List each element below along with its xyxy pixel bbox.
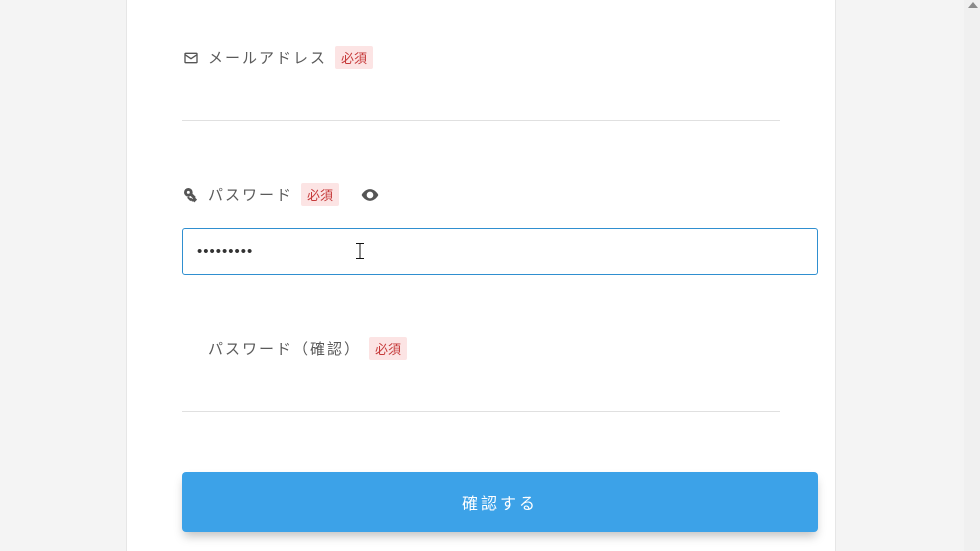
email-input[interactable] bbox=[182, 87, 780, 121]
password-label: パスワード bbox=[208, 184, 293, 205]
password-confirm-input[interactable] bbox=[182, 378, 780, 412]
eye-icon[interactable] bbox=[359, 184, 381, 206]
page-scrollbar[interactable] bbox=[964, 0, 980, 551]
password-confirm-label-row: パスワード（確認） 必須 bbox=[182, 337, 780, 360]
required-badge: 必須 bbox=[301, 183, 339, 206]
scroll-up-icon[interactable] bbox=[968, 2, 978, 8]
email-field-block: メールアドレス 必須 bbox=[182, 0, 780, 121]
envelope-icon bbox=[182, 49, 200, 67]
email-label: メールアドレス bbox=[208, 47, 327, 68]
password-confirm-field-block: パスワード（確認） 必須 bbox=[182, 275, 780, 412]
required-badge: 必須 bbox=[369, 337, 407, 360]
required-badge: 必須 bbox=[335, 46, 373, 69]
submit-row: 確認する bbox=[182, 412, 780, 532]
key-icon bbox=[182, 186, 200, 204]
password-input[interactable] bbox=[182, 228, 818, 275]
confirm-button[interactable]: 確認する bbox=[182, 472, 818, 532]
password-field-block: パスワード 必須 bbox=[182, 121, 780, 275]
form-card: メールアドレス 必須 パスワード 必須 bbox=[126, 0, 836, 551]
password-label-row: パスワード 必須 bbox=[182, 183, 780, 206]
password-confirm-label: パスワード（確認） bbox=[208, 338, 361, 359]
email-label-row: メールアドレス 必須 bbox=[182, 46, 780, 69]
